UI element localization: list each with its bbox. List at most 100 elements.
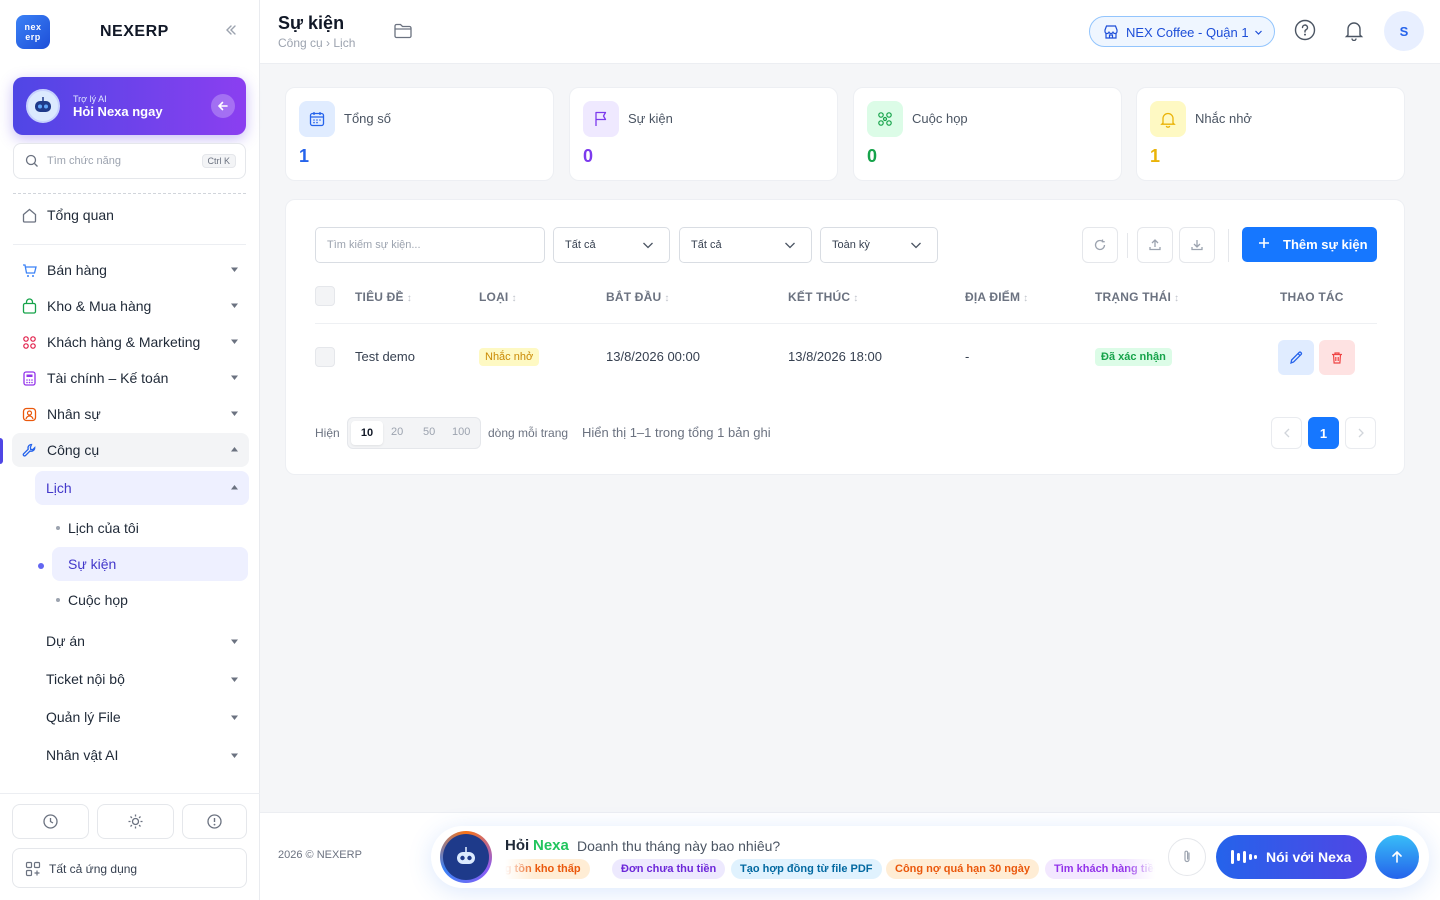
divider: [13, 244, 246, 245]
sort-icon: ↕: [511, 293, 517, 304]
wrench-icon: [21, 442, 38, 459]
column-header-type[interactable]: LOẠI ↕: [479, 290, 517, 304]
logo-text-bottom: erp: [25, 32, 41, 42]
page-size-option[interactable]: 10: [351, 421, 383, 445]
page-size-option[interactable]: 50: [423, 426, 435, 438]
import-button[interactable]: [1137, 227, 1173, 263]
brand-name: NEXERP: [100, 23, 169, 40]
column-header-title[interactable]: TIÊU ĐỀ ↕: [355, 290, 412, 304]
nav-warehouse[interactable]: Kho & Mua hàng: [12, 289, 249, 323]
nav-ai-characters[interactable]: Nhân vật AI: [35, 738, 249, 772]
delete-button[interactable]: [1319, 340, 1355, 375]
prev-page-button[interactable]: [1271, 417, 1302, 449]
folder-icon[interactable]: [393, 22, 413, 40]
column-label: KẾT THÚC: [788, 290, 851, 304]
row-checkbox[interactable]: [315, 347, 335, 367]
upload-icon: [1148, 238, 1162, 252]
group-icon: [867, 101, 903, 137]
stat-label: Sự kiện: [628, 111, 673, 126]
nav-projects[interactable]: Dự án: [35, 624, 249, 658]
nav-label: Ticket nội bộ: [46, 671, 125, 687]
collapse-sidebar-icon[interactable]: [224, 23, 238, 37]
chevron-down-icon: [910, 241, 922, 250]
nav-events[interactable]: Sự kiện: [52, 547, 248, 581]
export-button[interactable]: [1179, 227, 1215, 263]
page-size-option[interactable]: 20: [391, 426, 403, 438]
history-button[interactable]: [12, 804, 89, 839]
nav-hr[interactable]: Nhân sự: [12, 397, 249, 431]
ask-question[interactable]: Doanh thu tháng này bao nhiêu?: [577, 838, 780, 854]
add-event-button[interactable]: Thêm sự kiện: [1242, 227, 1377, 262]
chevron-right-icon: [1357, 428, 1365, 438]
stat-value: 1: [299, 146, 310, 166]
store-selector[interactable]: NEX Coffee - Quận 1: [1089, 16, 1275, 47]
store-name: NEX Coffee - Quận 1: [1126, 25, 1249, 40]
sort-icon: ↕: [1174, 293, 1180, 304]
nav-tools[interactable]: Công cụ: [12, 433, 249, 467]
select-all-checkbox[interactable]: [315, 286, 335, 306]
next-page-button[interactable]: [1345, 417, 1376, 449]
chevron-down-icon: [642, 241, 654, 250]
attach-button[interactable]: [1168, 838, 1206, 876]
type-filter-select[interactable]: Tất cả: [553, 227, 670, 263]
page-button-current[interactable]: 1: [1308, 417, 1339, 449]
refresh-button[interactable]: [1082, 227, 1118, 263]
cart-icon: [21, 262, 38, 279]
event-start: 13/8/2026 00:00: [606, 349, 700, 364]
nav-calendar[interactable]: Lịch: [35, 471, 249, 505]
all-apps-button[interactable]: Tất cả ứng dụng: [12, 848, 247, 888]
ask-nexa-bar[interactable]: Hỏi Nexa Doanh thu tháng này bao nhiêu? …: [431, 826, 1429, 888]
nav-files[interactable]: Quản lý File: [35, 700, 249, 734]
search-icon: [25, 154, 39, 168]
nav-label: Bán hàng: [47, 262, 107, 278]
talk-to-nexa-button[interactable]: Nói với Nexa: [1216, 835, 1367, 879]
stat-card-events: Sự kiện 0: [569, 87, 838, 181]
edit-button[interactable]: [1278, 340, 1314, 375]
column-header-start[interactable]: BẮT ĐẦU ↕: [606, 290, 670, 304]
bell-icon[interactable]: [1343, 19, 1365, 41]
column-header-status[interactable]: TRẠNG THÁI ↕: [1095, 290, 1179, 304]
sun-icon: [127, 813, 144, 830]
event-title[interactable]: Test demo: [355, 349, 415, 364]
suggestion-chip[interactable]: Tạo hợp đồng từ file PDF: [731, 859, 882, 879]
bag-icon: [21, 298, 38, 315]
period-filter-select[interactable]: Toàn kỳ: [820, 227, 938, 263]
page-size-option[interactable]: 100: [452, 426, 470, 438]
type-badge: Nhắc nhở: [479, 348, 540, 366]
suggestion-chip[interactable]: Đơn chưa thu tiền: [612, 859, 726, 879]
event-search-input[interactable]: Tìm kiếm sự kiện...: [315, 227, 545, 263]
nav-sales[interactable]: Bán hàng: [12, 253, 249, 287]
app-logo[interactable]: nex erp: [16, 15, 50, 49]
theme-toggle-button[interactable]: [97, 804, 174, 839]
feature-search-input[interactable]: Tìm chức năng Ctrl K: [13, 143, 246, 179]
nav-finance[interactable]: Tài chính – Kế toán: [12, 361, 249, 395]
bell-icon: [1150, 101, 1186, 137]
active-dot: [38, 563, 44, 569]
alert-button[interactable]: [182, 804, 247, 839]
send-button[interactable]: [1375, 835, 1419, 879]
divider: [1228, 229, 1229, 262]
shortcut-badge: Ctrl K: [201, 154, 236, 168]
nav-overview[interactable]: Tổng quan: [12, 198, 249, 232]
robot-icon: [443, 834, 489, 880]
search-placeholder: Tìm kiếm sự kiện...: [327, 239, 421, 251]
per-page-label: dòng mỗi trang: [488, 426, 569, 440]
nav-tickets[interactable]: Ticket nội bộ: [35, 662, 249, 696]
suggestion-chip[interactable]: Hàng tồn kho thấp: [505, 859, 590, 879]
ai-assistant-card[interactable]: Trợ lý AI Hỏi Nexa ngay: [13, 77, 246, 135]
column-header-end[interactable]: KẾT THÚC ↕: [788, 290, 858, 304]
ask-label: Hỏi: [505, 837, 530, 854]
caret-down-icon: [230, 675, 239, 684]
suggestion-chip[interactable]: Tìm khách hàng tiềm năng: [1045, 859, 1155, 879]
status-filter-select[interactable]: Tất cả: [679, 227, 812, 263]
nav-crm[interactable]: Khách hàng & Marketing: [12, 325, 249, 359]
suggestion-chip[interactable]: Công nợ quá hạn 30 ngày: [886, 859, 1039, 879]
breadcrumb[interactable]: Công cụ › Lịch: [278, 36, 355, 50]
user-avatar[interactable]: S: [1384, 11, 1424, 51]
column-header-location[interactable]: ĐỊA ĐIỂM ↕: [965, 290, 1028, 304]
help-icon[interactable]: [1294, 19, 1316, 41]
status-badge: Đã xác nhận: [1095, 348, 1172, 366]
nav-my-calendar[interactable]: Lịch của tôi: [52, 511, 248, 545]
nav-meetings[interactable]: Cuộc họp: [52, 583, 248, 617]
arrow-left-icon[interactable]: [211, 94, 235, 118]
